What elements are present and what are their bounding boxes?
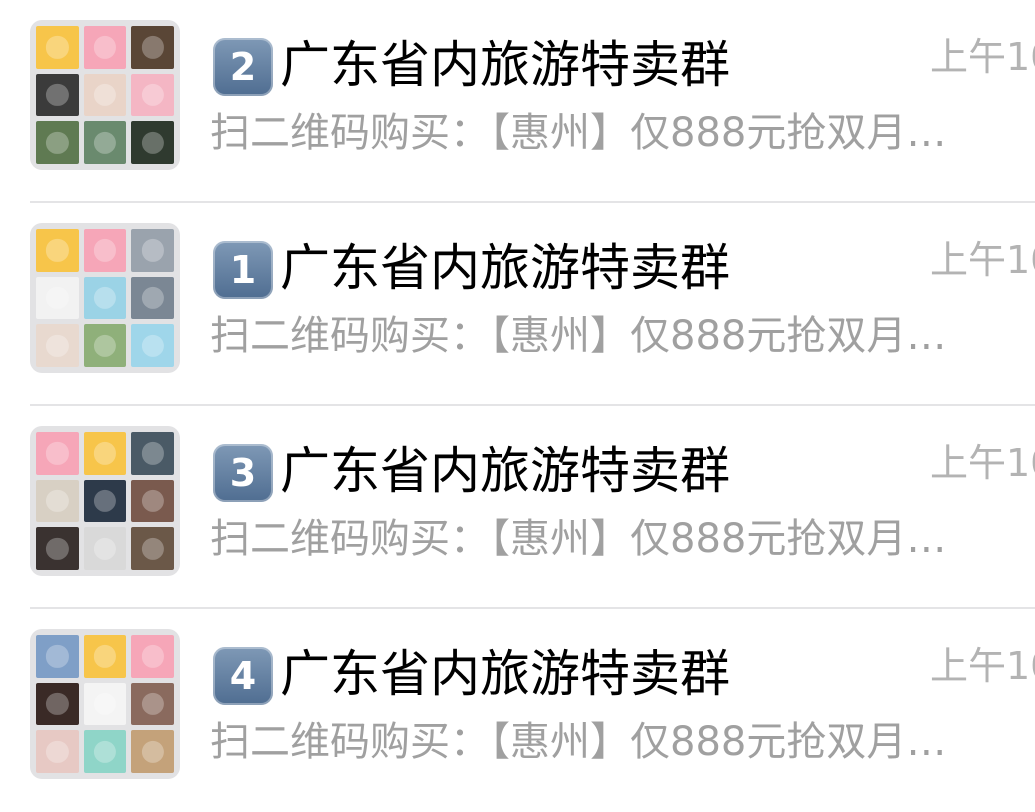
avatar-tile — [131, 432, 174, 475]
chat-row[interactable]: 4 广东省内旅游特卖群 上午10 扫二维码购买：【惠州】仅888元抢双月… — [0, 609, 1035, 812]
avatar-tile — [83, 73, 127, 117]
chat-time: 上午10 — [930, 238, 1035, 282]
chat-title: 广东省内旅游特卖群 — [280, 36, 730, 94]
avatar-tile — [131, 229, 174, 272]
number-badge-icon: 3 — [213, 444, 273, 502]
message-preview: 扫二维码购买：【惠州】仅888元抢双月… — [210, 719, 947, 765]
chat-time: 上午10 — [930, 441, 1035, 485]
avatar-tile — [131, 635, 174, 678]
chat-list: 2 广东省内旅游特卖群 上午10 扫二维码购买：【惠州】仅888元抢双月… 1 … — [0, 0, 1035, 791]
chat-time: 上午10 — [930, 35, 1035, 79]
avatar-tile — [83, 229, 127, 272]
chat-time: 上午10 — [930, 644, 1035, 688]
avatar-tile — [83, 432, 127, 475]
avatar-tile — [83, 324, 127, 367]
avatar-tile — [36, 73, 79, 117]
avatar-tile — [83, 635, 127, 678]
chat-row[interactable]: 2 广东省内旅游特卖群 上午10 扫二维码购买：【惠州】仅888元抢双月… — [0, 0, 1035, 203]
avatar-tile — [36, 635, 79, 678]
group-avatar[interactable] — [30, 20, 180, 170]
avatar-tile — [36, 682, 79, 726]
avatar-tile — [36, 527, 79, 570]
group-avatar[interactable] — [30, 629, 180, 779]
chat-row[interactable]: 1 广东省内旅游特卖群 上午10 扫二维码购买：【惠州】仅888元抢双月… — [0, 203, 1035, 406]
number-badge-icon: 2 — [213, 38, 273, 96]
avatar-tile — [131, 73, 174, 117]
chat-title: 广东省内旅游特卖群 — [280, 645, 730, 703]
avatar-tile — [83, 26, 127, 69]
message-preview: 扫二维码购买：【惠州】仅888元抢双月… — [210, 313, 947, 359]
avatar-tile — [131, 26, 174, 69]
avatar-tile — [36, 121, 79, 164]
avatar-tile — [36, 26, 79, 69]
avatar-tile — [36, 730, 79, 773]
group-avatar[interactable] — [30, 426, 180, 576]
avatar-tile — [131, 479, 174, 523]
chat-title: 广东省内旅游特卖群 — [280, 239, 730, 297]
avatar-tile — [83, 682, 127, 726]
avatar-tile — [83, 527, 127, 570]
avatar-tile — [36, 432, 79, 475]
avatar-tile — [131, 730, 174, 773]
avatar-tile — [36, 479, 79, 523]
avatar-tile — [83, 121, 127, 164]
avatar-tile — [36, 276, 79, 320]
avatar-tile — [131, 324, 174, 367]
group-avatar[interactable] — [30, 223, 180, 373]
avatar-tile — [131, 276, 174, 320]
avatar-tile — [83, 276, 127, 320]
number-badge-icon: 1 — [213, 241, 273, 299]
number-badge-icon: 4 — [213, 647, 273, 705]
chat-row[interactable]: 3 广东省内旅游特卖群 上午10 扫二维码购买：【惠州】仅888元抢双月… — [0, 406, 1035, 609]
avatar-tile — [36, 324, 79, 367]
avatar-tile — [131, 682, 174, 726]
avatar-tile — [83, 479, 127, 523]
chat-title: 广东省内旅游特卖群 — [280, 442, 730, 500]
avatar-tile — [36, 229, 79, 272]
avatar-tile — [131, 527, 174, 570]
avatar-tile — [83, 730, 127, 773]
message-preview: 扫二维码购买：【惠州】仅888元抢双月… — [210, 516, 947, 562]
avatar-tile — [131, 121, 174, 164]
message-preview: 扫二维码购买：【惠州】仅888元抢双月… — [210, 110, 947, 156]
